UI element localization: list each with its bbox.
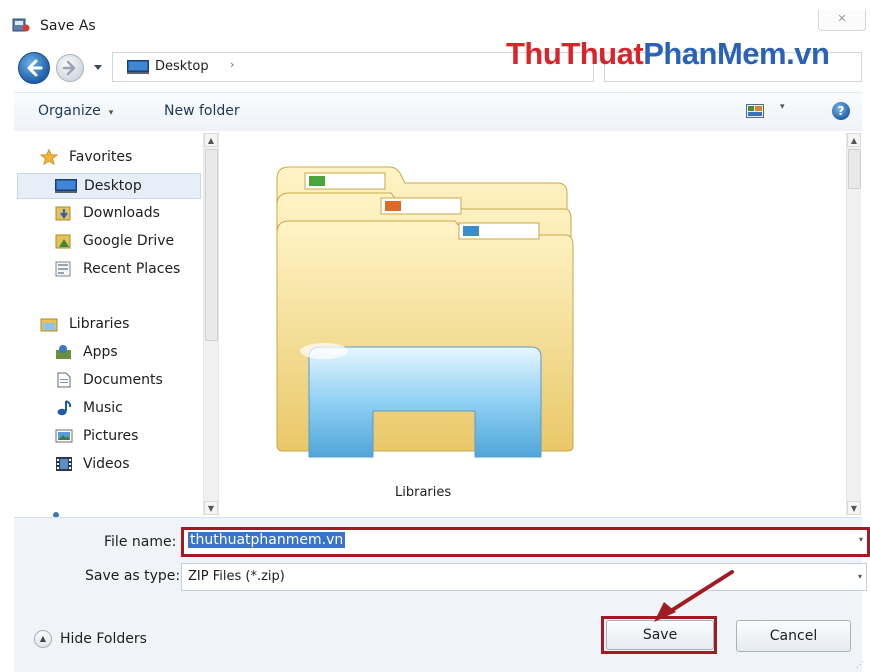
scroll-down-arrow-icon[interactable]: ▼ [204,501,218,515]
watermark-logo: ThuThuatPhanMem.vn [506,36,830,72]
file-list-scrollbar[interactable]: ▲ ▼ [846,133,861,515]
favorites-star-icon [40,149,58,165]
sidebar-item-downloads[interactable]: Downloads [14,201,204,225]
libraries-icon [40,318,58,332]
change-view-icon[interactable] [746,103,764,119]
nav-group-libraries[interactable]: Libraries [14,312,204,336]
navigation-pane-scrollbar[interactable]: ▲ ▼ [203,133,218,515]
homegroup-icon [53,512,59,517]
scroll-down-arrow-icon[interactable]: ▼ [847,501,861,515]
sidebar-item-label: Documents [83,372,163,388]
sidebar-item-pictures[interactable]: Pictures [14,424,204,448]
sidebar-item-documents[interactable]: Documents [14,368,204,392]
help-icon[interactable]: ? [832,102,850,120]
organize-label: Organize [38,103,101,119]
arrow-right-icon [62,60,76,76]
cancel-button[interactable]: Cancel [736,620,851,652]
window-title: Save As [40,18,96,34]
downloads-icon [55,206,71,221]
sidebar-item-google-drive[interactable]: Google Drive [14,229,204,253]
back-button[interactable] [18,52,50,84]
google-drive-icon [55,234,71,249]
file-list-pane: ▲ ▼ [219,131,861,517]
close-button[interactable]: ✕ [818,10,866,31]
apps-icon [56,345,71,359]
address-location[interactable]: Desktop [155,59,209,74]
resize-grip-icon[interactable]: ⋰ [856,660,866,670]
nav-group-favorites[interactable]: Favorites [14,145,204,169]
desktop-icon [55,179,77,193]
libraries-folder-icon[interactable] [269,161,574,461]
watermark-part1: ThuThuat [506,36,644,71]
sidebar-item-label: Google Drive [83,233,175,249]
recent-places-icon [55,261,71,277]
chevron-up-icon: ▲ [34,630,52,648]
sidebar-item-label: Recent Places [83,261,181,277]
new-folder-button[interactable]: New folder [164,103,240,119]
file-name-input[interactable]: thuthuatphanmem.vn ▾ [181,527,870,557]
scrollbar-thumb[interactable] [848,149,861,189]
chevron-down-icon: ▾ [108,108,114,118]
sidebar-item-label: Desktop [84,178,142,194]
sidebar-item-label: Videos [83,456,130,472]
sidebar-item-label: Music [83,400,123,416]
music-note-icon [57,400,72,416]
command-toolbar: Organize ▾ New folder ▾ ? [14,92,862,132]
sidebar-item-videos[interactable]: Videos [14,452,204,476]
file-name-label: File name: [104,534,177,550]
recent-locations-dropdown-icon[interactable] [92,60,104,74]
sidebar-item-recent-places[interactable]: Recent Places [14,257,204,281]
chevron-down-icon[interactable]: ▾ [858,572,862,581]
forward-button[interactable] [56,54,84,82]
libraries-header: Libraries [69,316,130,332]
favorites-header: Favorites [69,149,133,165]
annotation-arrow-icon [654,570,734,622]
file-name-value[interactable]: thuthuatphanmem.vn [188,532,346,548]
sidebar-item-label: Downloads [83,205,160,221]
desktop-icon [127,60,149,74]
watermark-part2: PhanMem.vn [643,36,830,71]
sidebar-item-label: Pictures [83,428,139,444]
pictures-icon [55,429,73,443]
arrow-left-icon [27,59,43,77]
save-as-dialog: Save As ✕ Desktop › ThuThuatPhanMem.vn O… [0,0,870,672]
save-as-window-icon [12,18,30,32]
organize-button[interactable]: Organize ▾ [38,103,113,119]
breadcrumb-chevron-icon[interactable]: › [230,58,234,71]
sidebar-item-apps[interactable]: Apps [14,340,204,364]
scroll-up-arrow-icon[interactable]: ▲ [847,133,861,147]
hide-folders-button[interactable]: ▲ Hide Folders [34,630,147,648]
scrollbar-thumb[interactable] [205,149,218,341]
chevron-down-icon[interactable]: ▾ [859,535,863,544]
save-as-type-label: Save as type: [85,568,181,584]
save-as-type-value: ZIP Files (*.zip) [188,569,285,584]
sidebar-item-desktop[interactable]: Desktop [17,173,201,199]
view-options-dropdown-icon[interactable]: ▾ [780,102,785,112]
film-strip-icon [56,457,72,471]
sidebar-item-label: Apps [83,344,118,360]
libraries-item-label[interactable]: Libraries [395,485,451,500]
documents-icon [57,372,71,388]
scroll-up-arrow-icon[interactable]: ▲ [204,133,218,147]
navigation-pane: Favorites Desktop Downloads Google Drive… [14,131,219,517]
save-as-type-select[interactable]: ZIP Files (*.zip) ▾ [181,563,867,591]
hide-folders-label: Hide Folders [60,631,147,647]
sidebar-item-music[interactable]: Music [14,396,204,420]
